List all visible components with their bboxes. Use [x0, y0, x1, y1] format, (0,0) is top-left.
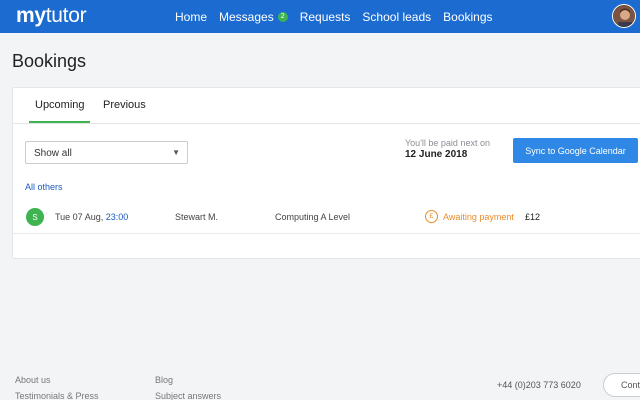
- bookings-card: Upcoming Previous Show all ▼ You'll be p…: [12, 87, 640, 259]
- page-title: Bookings: [12, 51, 87, 71]
- footer-phone: +44 (0)203 773 6020: [497, 380, 581, 390]
- booking-student: Stewart M.: [175, 212, 219, 222]
- filter-selected-value: Show all: [34, 148, 72, 159]
- user-avatar[interactable]: [612, 4, 636, 28]
- tab-previous[interactable]: Previous: [103, 99, 146, 111]
- nav-messages[interactable]: Messages 2: [219, 10, 288, 24]
- booking-datetime: Tue 07 Aug, 23:00: [55, 212, 129, 222]
- top-navigation-bar: mytutor Home Messages 2 Requests School l…: [0, 0, 640, 33]
- sync-google-calendar-button[interactable]: Sync to Google Calendar: [513, 138, 638, 163]
- next-payment-date: 12 June 2018: [405, 149, 468, 160]
- student-avatar: S: [26, 208, 44, 226]
- contact-button[interactable]: Cont: [603, 373, 640, 397]
- nav-school-leads[interactable]: School leads: [362, 10, 431, 24]
- pound-coin-icon: £: [425, 210, 438, 223]
- next-payment-label: You'll be paid next on: [405, 138, 490, 148]
- booking-subject: Computing A Level: [275, 212, 351, 222]
- group-label-all-others[interactable]: All others: [25, 182, 63, 192]
- mytutor-logo[interactable]: mytutor: [16, 4, 87, 28]
- nav-home[interactable]: Home: [175, 10, 207, 24]
- booking-status: Awaiting payment: [443, 212, 514, 222]
- active-tab-indicator: [29, 121, 90, 123]
- footer-link-subject-answers[interactable]: Subject answers: [155, 391, 221, 400]
- bookings-filter-select[interactable]: Show all ▼: [25, 141, 188, 164]
- messages-count-badge: 2: [277, 11, 288, 22]
- booking-row[interactable]: S Tue 07 Aug, 23:00 Stewart M. Computing…: [13, 200, 640, 234]
- tab-upcoming[interactable]: Upcoming: [35, 99, 85, 111]
- footer-link-testimonials[interactable]: Testimonials & Press: [15, 391, 99, 400]
- user-photo-icon: [613, 5, 635, 27]
- booking-amount: £12: [525, 212, 541, 222]
- footer-link-about-us[interactable]: About us: [15, 375, 51, 385]
- footer-link-blog[interactable]: Blog: [155, 375, 173, 385]
- main-nav: Home Messages 2 Requests School leads Boo…: [175, 0, 505, 33]
- nav-requests[interactable]: Requests: [300, 10, 351, 24]
- nav-bookings[interactable]: Bookings: [443, 10, 492, 24]
- caret-down-icon: ▼: [172, 148, 180, 157]
- bookings-tabs: Upcoming Previous: [13, 88, 640, 124]
